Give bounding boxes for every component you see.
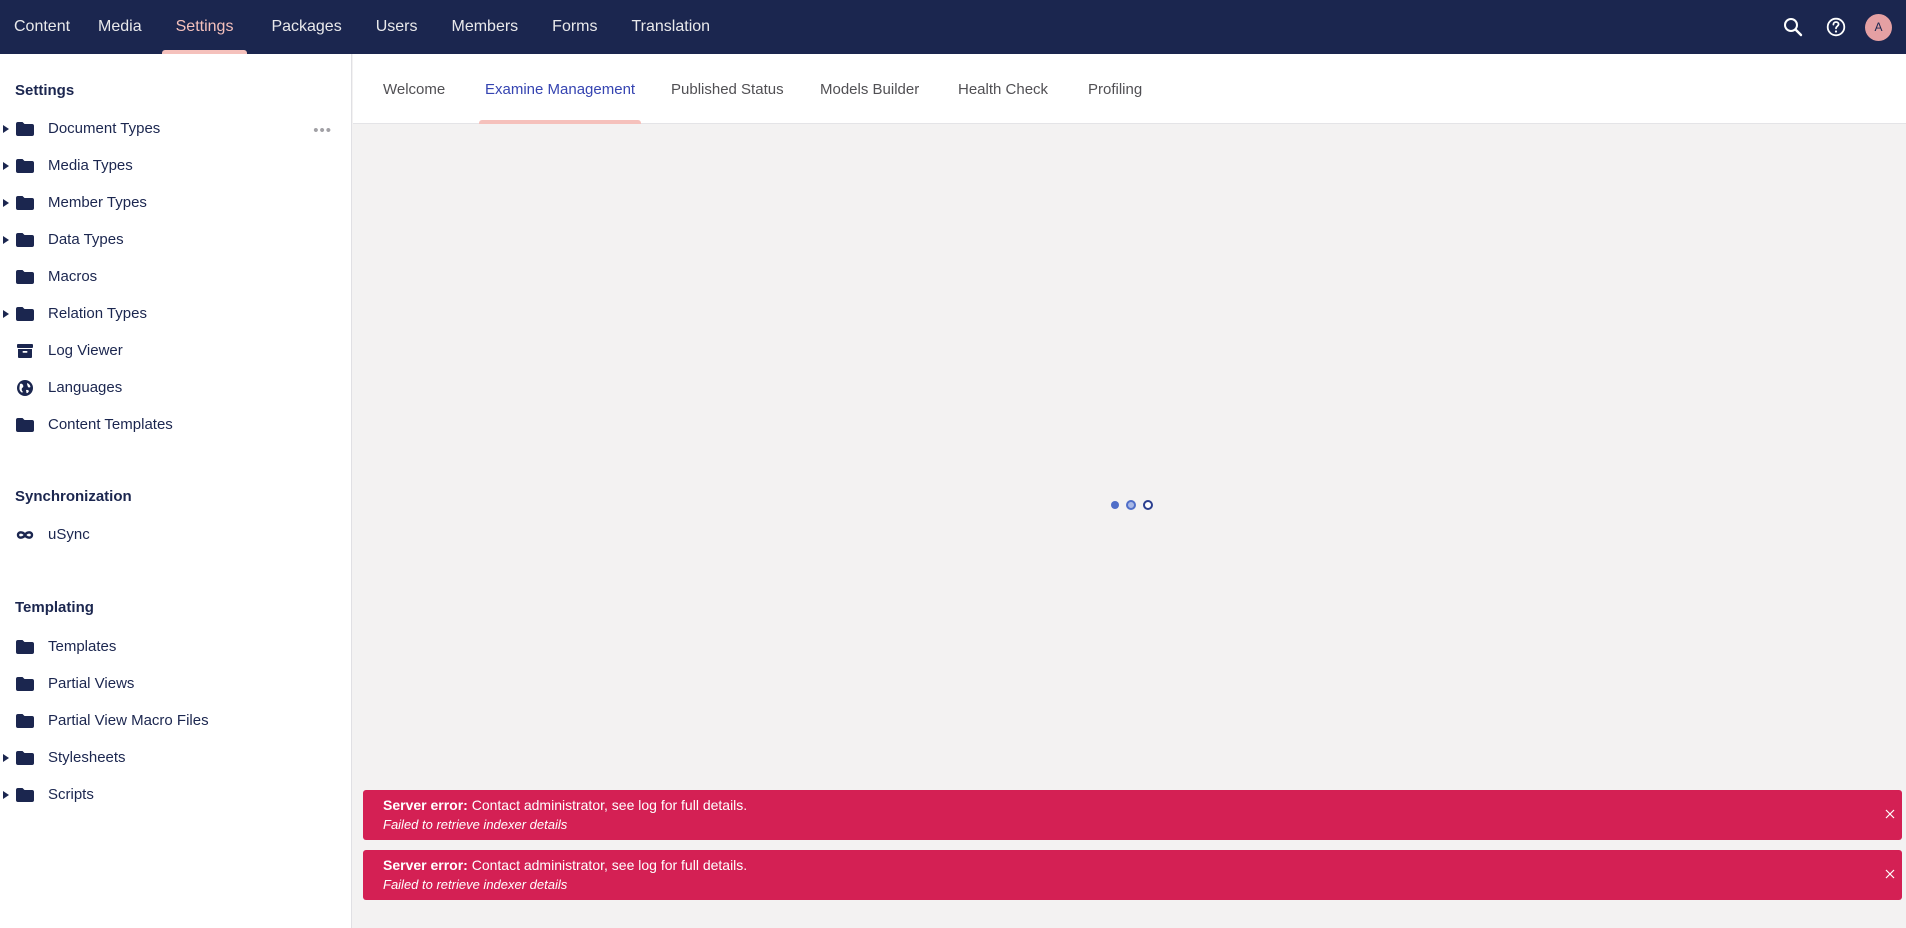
tree-item-scripts[interactable]: Scripts [0, 776, 350, 813]
sidebar-section-title-synchronization: Synchronization [15, 488, 132, 505]
tree-item-label: Media Types [48, 157, 133, 174]
tab-welcome[interactable]: Welcome [383, 54, 445, 124]
sidebar-section-title-templating: Templating [15, 599, 94, 616]
folder-icon [16, 269, 34, 285]
tree-item-label: Log Viewer [48, 342, 123, 359]
settings-sidebar: Settings Document Types ••• Media Types … [0, 54, 352, 928]
tree-item-label: Partial Views [48, 675, 135, 692]
caret-right-icon[interactable] [2, 753, 10, 763]
caret-right-icon[interactable] [2, 161, 10, 171]
header-actions: A [1779, 0, 1892, 54]
tree-item-macros[interactable]: Macros [0, 258, 350, 295]
error-notification: Server error: Contact administrator, see… [363, 790, 1902, 840]
nav-translation[interactable]: Translation [618, 0, 725, 54]
nav-settings[interactable]: Settings [161, 0, 248, 54]
notification-detail: Failed to retrieve indexer details [383, 817, 568, 832]
tab-published-status[interactable]: Published Status [671, 54, 784, 124]
folder-icon [16, 713, 34, 729]
tree-item-label: Macros [48, 268, 98, 285]
tree-item-label: Scripts [48, 786, 94, 803]
caret-right-icon[interactable] [2, 235, 10, 245]
tab-examine-management[interactable]: Examine Management [478, 54, 642, 124]
folder-icon [16, 232, 34, 248]
loading-indicator [1111, 500, 1153, 510]
folder-icon [16, 306, 34, 322]
tree-item-templates[interactable]: Templates [0, 628, 350, 665]
tree-item-stylesheets[interactable]: Stylesheets [0, 739, 350, 776]
notification-text: Contact administrator, see log for full … [467, 797, 748, 813]
nav-forms[interactable]: Forms [538, 0, 611, 54]
tree-item-label: uSync [48, 526, 90, 543]
error-notification: Server error: Contact administrator, see… [363, 850, 1902, 900]
nav-members[interactable]: Members [437, 0, 532, 54]
tree-item-document-types[interactable]: Document Types ••• [0, 110, 350, 147]
notification-title: Server error: [383, 857, 468, 873]
folder-icon [16, 750, 34, 766]
loader-dot [1126, 500, 1136, 510]
folder-icon [16, 787, 34, 803]
notification-message: Server error: Contact administrator, see… [383, 856, 1882, 875]
tab-health-check[interactable]: Health Check [958, 54, 1048, 124]
search-icon[interactable] [1779, 14, 1806, 41]
caret-right-icon[interactable] [2, 790, 10, 800]
notification-message: Server error: Contact administrator, see… [383, 796, 1882, 815]
sidebar-section-title-settings: Settings [15, 82, 75, 99]
folder-icon [16, 417, 34, 433]
tab-models-builder[interactable]: Models Builder [820, 54, 919, 124]
notification-text: Contact administrator, see log for full … [467, 857, 748, 873]
user-avatar[interactable]: A [1865, 13, 1892, 41]
tree-item-label: Templates [48, 638, 117, 655]
caret-right-icon[interactable] [2, 309, 10, 319]
folder-icon [16, 639, 34, 655]
notification-detail: Failed to retrieve indexer details [383, 877, 568, 892]
nav-content[interactable]: Content [0, 0, 84, 54]
tree-item-log-viewer[interactable]: Log Viewer [0, 332, 350, 369]
globe-icon [16, 379, 34, 396]
tree-item-partial-view-macro-files[interactable]: Partial View Macro Files [0, 702, 350, 739]
folder-icon [16, 195, 34, 211]
close-icon[interactable] [1884, 867, 1896, 879]
folder-icon [16, 121, 34, 137]
tree-item-data-types[interactable]: Data Types [0, 221, 350, 258]
tree-item-label: Data Types [48, 231, 124, 248]
tree-item-label: Relation Types [48, 305, 147, 322]
tree-item-languages[interactable]: Languages [0, 369, 350, 406]
folder-icon [16, 676, 34, 692]
nav-media[interactable]: Media [84, 0, 156, 54]
tree-item-media-types[interactable]: Media Types [0, 147, 350, 184]
tree-item-relation-types[interactable]: Relation Types [0, 295, 350, 332]
loader-dot [1143, 500, 1153, 510]
top-navigation-bar: Content Media Settings Packages Users Me… [0, 0, 1906, 54]
tree-item-member-types[interactable]: Member Types [0, 184, 350, 221]
more-options-icon[interactable]: ••• [313, 122, 332, 139]
folder-icon [16, 158, 34, 174]
close-icon[interactable] [1884, 807, 1896, 819]
caret-right-icon[interactable] [2, 198, 10, 208]
caret-right-icon[interactable] [2, 124, 10, 134]
tree-item-label: Document Types [48, 120, 161, 137]
tree-item-content-templates[interactable]: Content Templates [0, 406, 350, 443]
section-nav: Content Media Settings Packages Users Me… [0, 0, 724, 54]
tab-profiling[interactable]: Profiling [1088, 54, 1142, 124]
tree-item-label: Partial View Macro Files [48, 712, 209, 729]
loader-dot [1111, 501, 1119, 509]
help-icon[interactable] [1822, 14, 1849, 41]
infinity-icon [16, 527, 34, 543]
tree-item-label: Stylesheets [48, 749, 126, 766]
notification-title: Server error: [383, 797, 468, 813]
tree-item-label: Member Types [48, 194, 147, 211]
tree-item-label: Languages [48, 379, 123, 396]
tree-item-label: Content Templates [48, 416, 173, 433]
nav-users[interactable]: Users [362, 0, 432, 54]
dashboard-tabs: Welcome Examine Management Published Sta… [353, 54, 1906, 124]
nav-packages[interactable]: Packages [257, 0, 355, 54]
tree-item-usync[interactable]: uSync [0, 516, 350, 553]
archive-box-icon [16, 343, 34, 359]
tree-item-partial-views[interactable]: Partial Views [0, 665, 350, 702]
